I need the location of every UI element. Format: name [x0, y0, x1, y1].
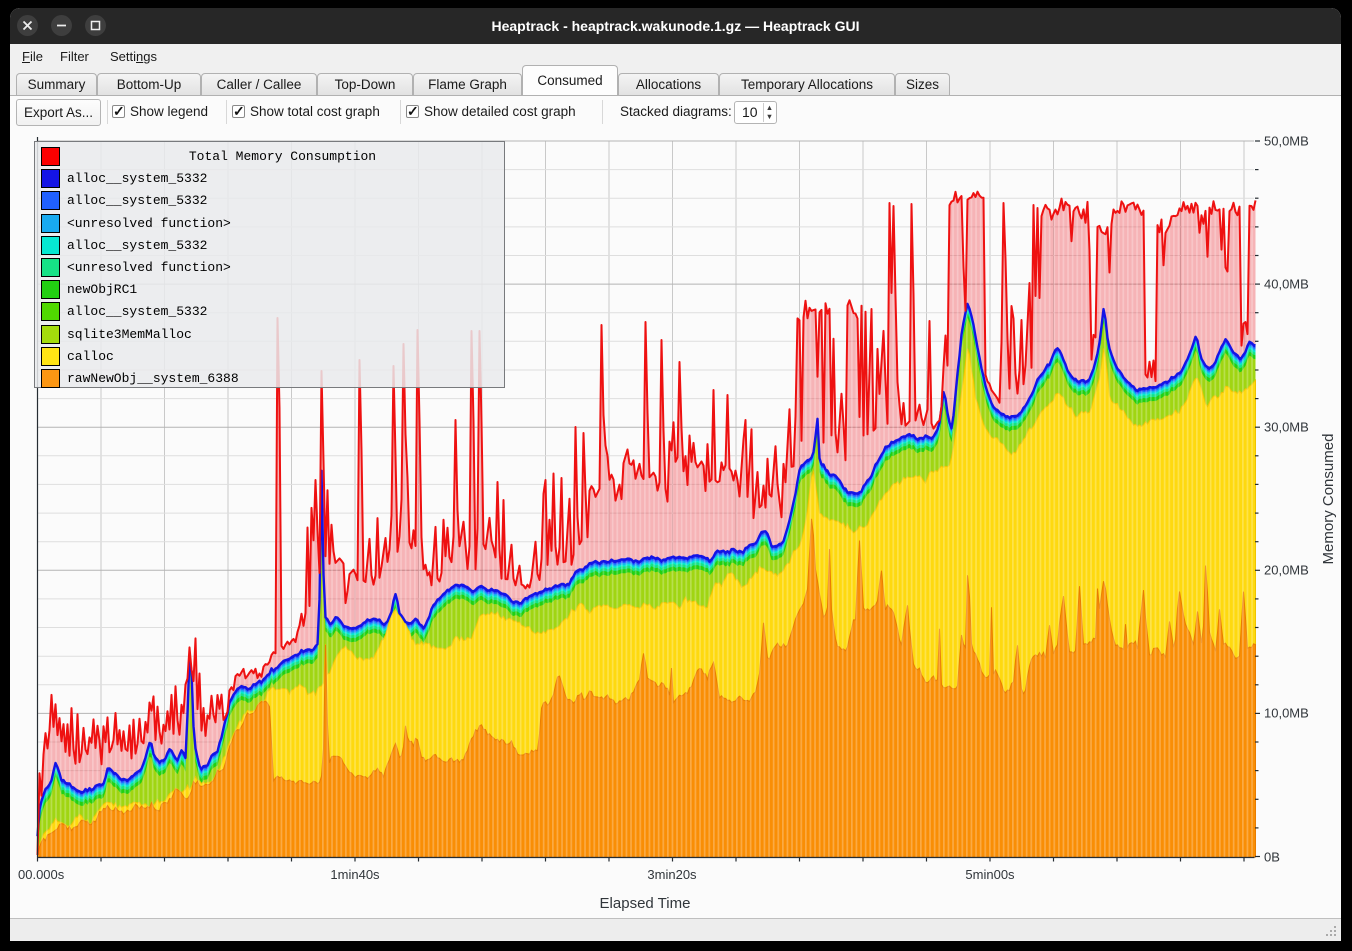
svg-text:3min20s: 3min20s — [647, 867, 697, 882]
svg-text:00.000s: 00.000s — [18, 867, 65, 882]
svg-text:50,0MB: 50,0MB — [1264, 134, 1309, 149]
svg-text:Elapsed Time: Elapsed Time — [600, 895, 691, 912]
svg-text:40,0MB: 40,0MB — [1264, 277, 1309, 292]
svg-text:Memory Consumed: Memory Consumed — [1320, 434, 1337, 565]
svg-text:0B: 0B — [1264, 850, 1280, 865]
svg-text:10,0MB: 10,0MB — [1264, 706, 1309, 721]
svg-text:5min00s: 5min00s — [965, 867, 1015, 882]
svg-text:1min40s: 1min40s — [330, 867, 380, 882]
svg-text:20,0MB: 20,0MB — [1264, 563, 1309, 578]
svg-text:30,0MB: 30,0MB — [1264, 420, 1309, 435]
